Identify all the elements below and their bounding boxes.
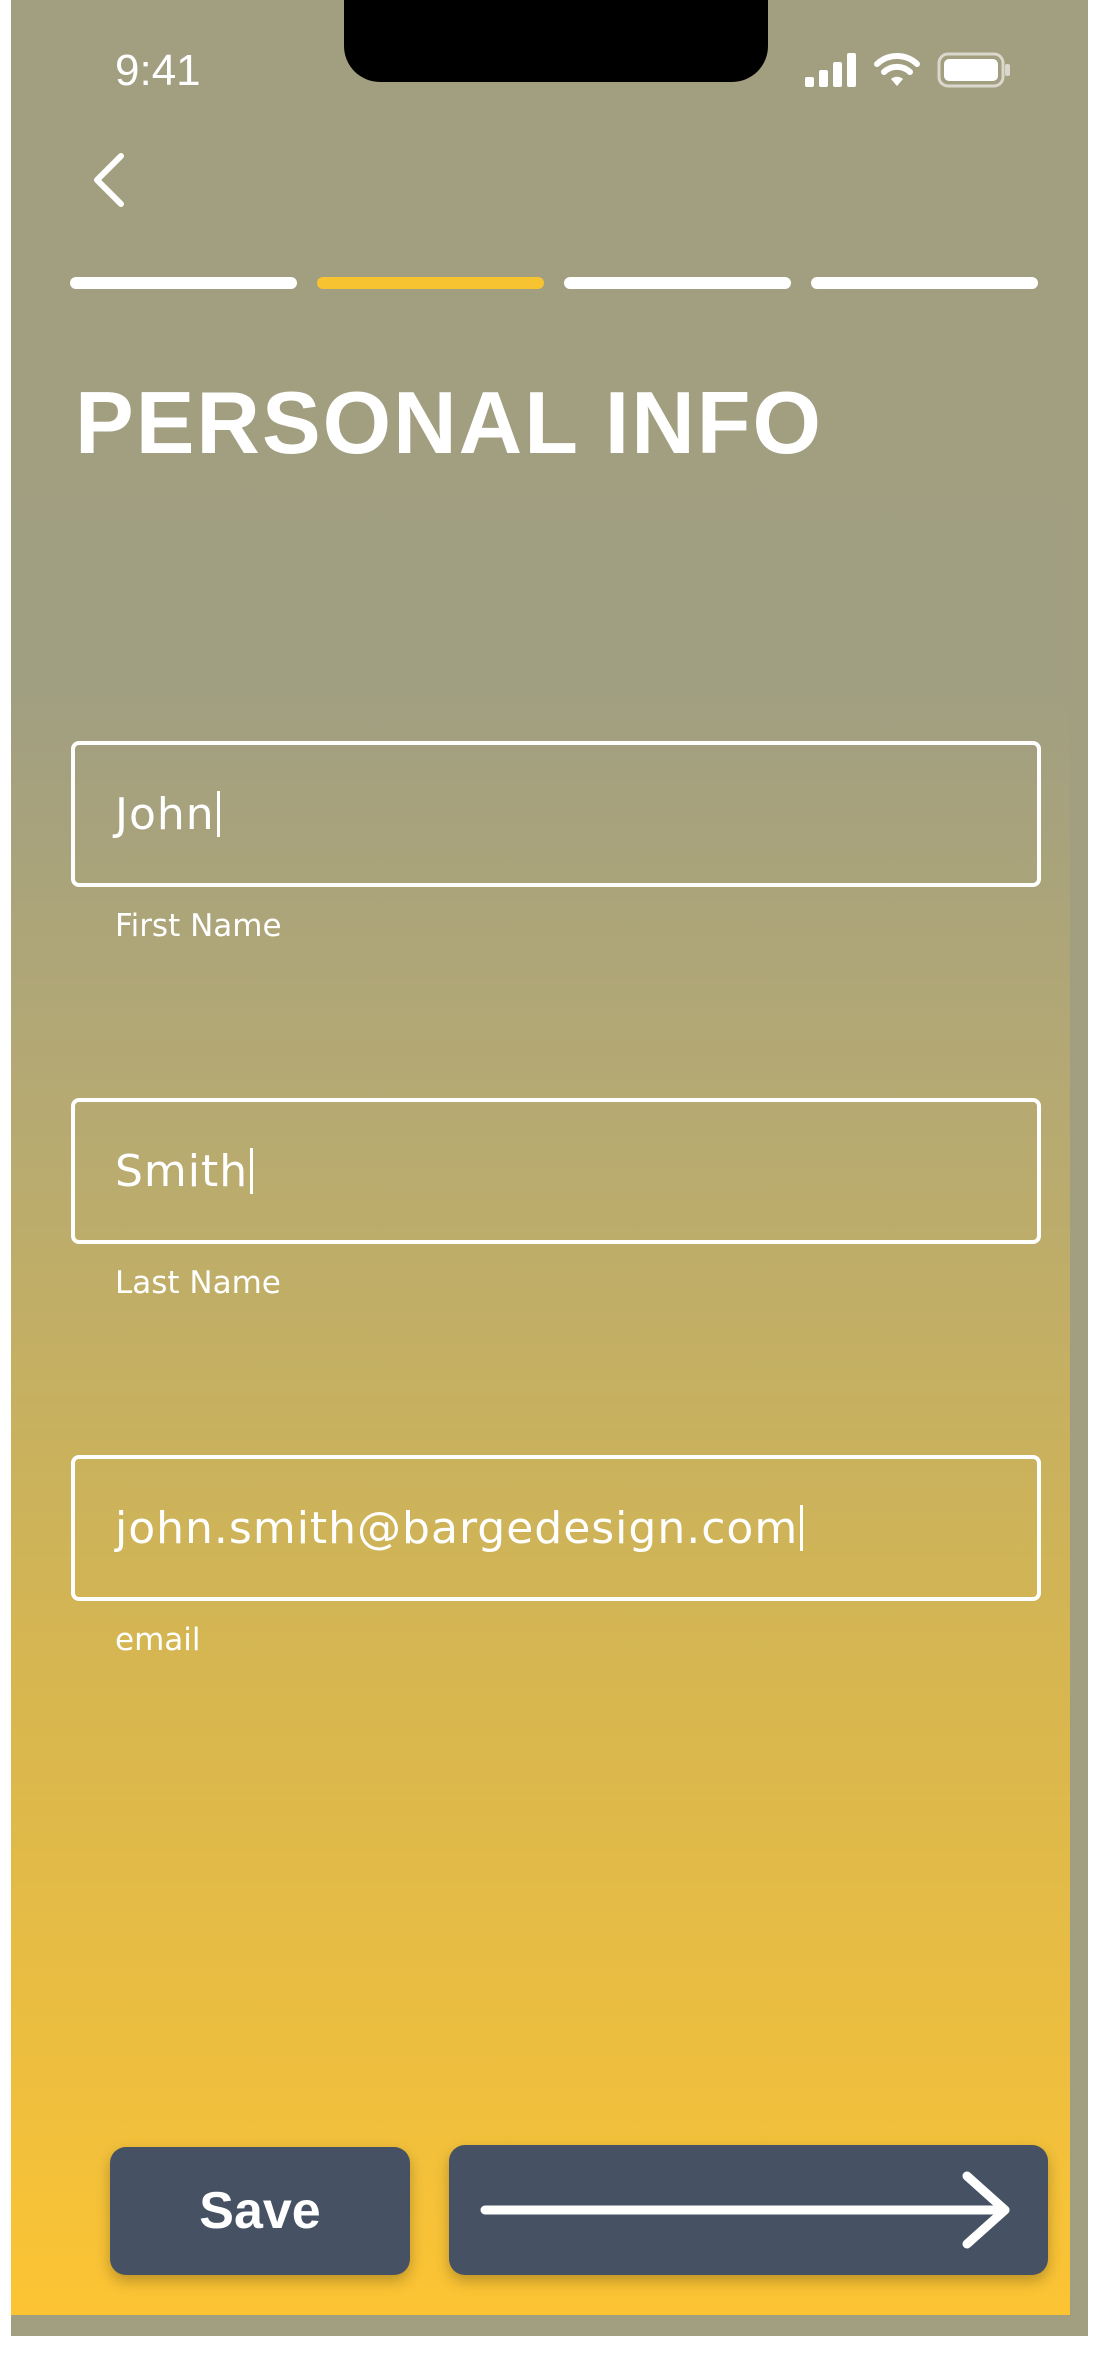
last-name-field[interactable]: Smith — [71, 1098, 1041, 1244]
first-name-label: First Name — [115, 908, 282, 944]
chevron-left-icon — [94, 153, 124, 207]
arrow-right-icon — [480, 2171, 1009, 2249]
progress-step-3 — [564, 277, 791, 289]
cellular-signal-icon — [805, 53, 856, 87]
save-button-label: Save — [199, 2182, 321, 2240]
status-time: 9:41 — [115, 46, 201, 95]
first-name-field[interactable]: John — [71, 741, 1041, 887]
text-caret — [250, 1148, 254, 1194]
wifi-icon — [874, 53, 920, 86]
progress-step-2-active — [317, 277, 544, 289]
last-name-value: Smith — [115, 1145, 249, 1197]
text-caret — [216, 791, 220, 837]
status-icons — [805, 52, 1011, 88]
last-name-label: Last Name — [115, 1265, 281, 1301]
device-notch — [344, 0, 768, 82]
progress-step-4 — [811, 277, 1038, 289]
phone-screen: 9:41 PERSONAL INFO John First Name Smith… — [11, 0, 1070, 2315]
progress-step-1 — [70, 277, 297, 289]
email-label: email — [115, 1622, 201, 1658]
battery-icon — [937, 52, 1010, 88]
email-field[interactable]: john.smith@bargedesign.com — [71, 1455, 1041, 1601]
save-button[interactable]: Save — [110, 2147, 410, 2275]
step-progress — [70, 277, 1038, 291]
email-value: john.smith@bargedesign.com — [115, 1502, 799, 1554]
first-name-value: John — [115, 788, 215, 840]
text-caret — [800, 1505, 804, 1551]
next-button[interactable] — [449, 2145, 1048, 2275]
back-button[interactable] — [85, 150, 137, 210]
page-title: PERSONAL INFO — [75, 373, 824, 472]
